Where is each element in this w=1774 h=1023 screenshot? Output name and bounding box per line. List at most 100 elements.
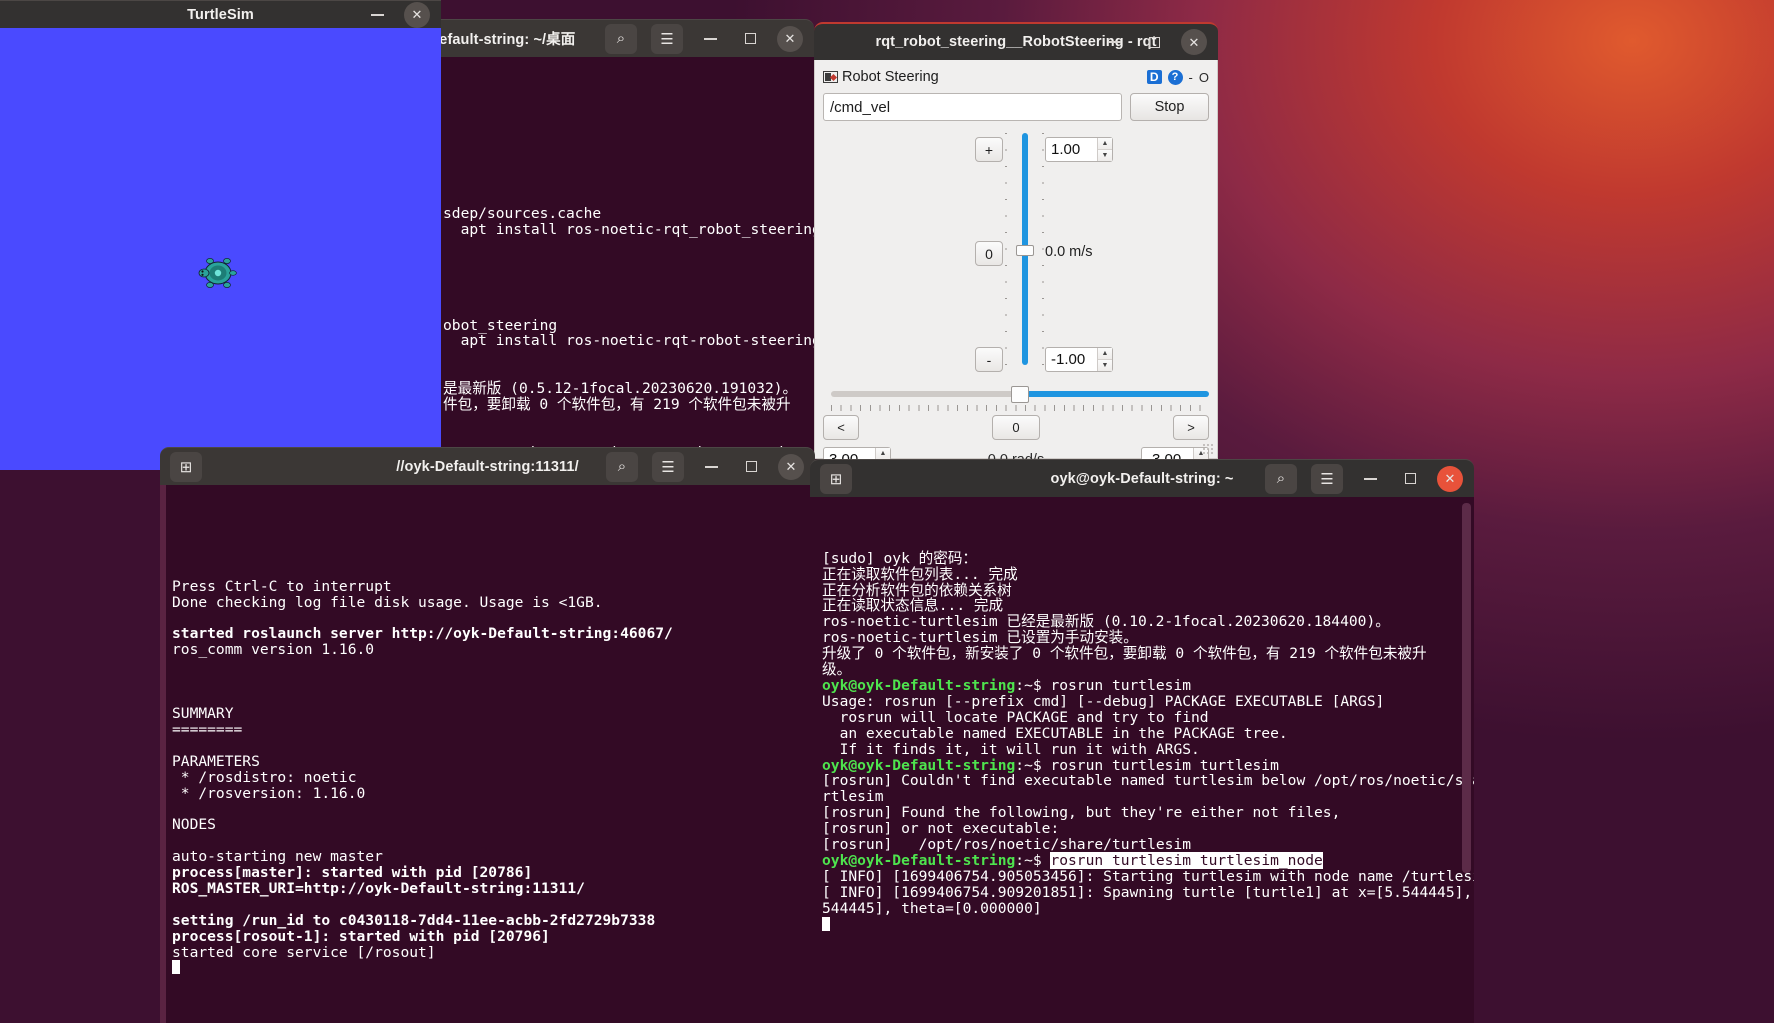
max-linear-spinbox[interactable]: 1.00 ▲ ▼ <box>1045 137 1113 162</box>
highlighted-command: rosrun turtlesim turtlesim_node <box>1050 851 1323 869</box>
minimize-button[interactable] <box>698 454 724 480</box>
terminal-line: oyk@oyk-Default-string:~$ rosrun turtles… <box>822 851 1323 869</box>
titlebar-turtlesim[interactable]: TurtleSim ✕ <box>0 0 441 28</box>
new-tab-icon[interactable]: ⊞ <box>820 463 852 494</box>
rqt-panel-title: Robot Steering <box>842 69 939 85</box>
rqt-controls[interactable]: ✕ <box>1101 29 1218 55</box>
angular-buttons-row: < 0 > <box>823 415 1209 440</box>
maximize-button[interactable] <box>1141 29 1167 55</box>
terminal-window-active[interactable]: ⊞ oyk@oyk-Default-string: ~ ⌕ ☰ ✕ [sudo]… <box>810 459 1474 1023</box>
linear-velocity-readout: 0.0 m/s <box>1045 244 1093 260</box>
search-icon[interactable]: ⌕ <box>605 23 637 54</box>
terminal-line: * /rosdistro: noetic <box>172 768 357 786</box>
menu-icon[interactable]: ☰ <box>1311 463 1343 494</box>
linear-velocity-controls: + 1.00 ▲ ▼ 0 0.0 m/s - -1.00 ▲ ▼ <box>823 129 1209 379</box>
float-plugin-icon[interactable] <box>823 71 838 83</box>
terminal-line: ROS_MASTER_URI=http://oyk-Default-string… <box>172 879 585 897</box>
terminal-active-left[interactable]: ⊞ <box>810 463 852 494</box>
shell-prompt: oyk@oyk-Default-string <box>822 851 1016 869</box>
close-button[interactable]: ✕ <box>778 453 804 480</box>
close-plugin-icon[interactable]: O <box>1199 70 1209 85</box>
min-linear-spinbox[interactable]: -1.00 ▲ ▼ <box>1045 347 1113 372</box>
minimize-button[interactable] <box>1101 29 1127 55</box>
titlebar-terminal-active[interactable]: ⊞ oyk@oyk-Default-string: ~ ⌕ ☰ ✕ <box>810 459 1474 497</box>
angular-slider-handle[interactable] <box>1011 386 1029 403</box>
terminal-line: [rosrun] Couldn't find executable named … <box>822 772 1474 790</box>
decrease-linear-button[interactable]: - <box>975 347 1003 372</box>
linear-slider-handle[interactable] <box>1016 245 1034 256</box>
new-tab-icon[interactable]: ⊞ <box>170 451 202 482</box>
terminal-line: PARAMETERS <box>172 752 260 770</box>
menu-icon[interactable]: ☰ <box>651 23 683 54</box>
turtlesim-canvas[interactable] <box>0 28 441 470</box>
terminal-line: * /rosversion: 1.16.0 <box>172 784 366 802</box>
resize-grip[interactable] <box>1202 443 1214 455</box>
minimize-plugin-icon[interactable]: - <box>1189 70 1193 85</box>
terminal-line: auto-starting new master <box>172 848 383 866</box>
terminal-line: obot_steering <box>443 316 558 334</box>
reset-linear-button[interactable]: 0 <box>975 241 1003 266</box>
search-icon[interactable]: ⌕ <box>606 451 638 482</box>
titlebar-rqt[interactable]: rqt_robot_steering__RobotSteering - rqt … <box>814 22 1218 60</box>
turtlesim-controls[interactable]: ✕ <box>364 1 441 28</box>
turtlesim-window[interactable]: TurtleSim ✕ <box>0 0 441 470</box>
min-linear-stepper[interactable]: ▲ ▼ <box>1097 348 1112 371</box>
stop-button[interactable]: Stop <box>1130 93 1209 121</box>
terminal-line: setting /run_id to c0430118-7dd4-11ee-ac… <box>172 911 656 929</box>
increase-linear-button[interactable]: + <box>975 137 1003 162</box>
close-button[interactable]: ✕ <box>1437 465 1463 492</box>
terminal-roscore-left[interactable]: ⊞ <box>160 451 202 482</box>
max-linear-stepper[interactable]: ▲ ▼ <box>1097 138 1112 161</box>
terminal-window-roscore[interactable]: ⊞ //oyk-Default-string:11311/ ⌕ ☰ ✕ Pres… <box>160 447 815 1023</box>
dock-icon[interactable]: D <box>1146 70 1162 84</box>
terminal-desktop-controls[interactable]: ⌕ ☰ ✕ <box>605 23 814 54</box>
angular-slider-track-right[interactable] <box>1020 391 1209 397</box>
terminal-line: an executable named EXECUTABLE in the PA… <box>822 724 1288 742</box>
shell-prompt: oyk@oyk-Default-string <box>822 676 1016 694</box>
menu-icon[interactable]: ☰ <box>652 451 684 482</box>
topic-input[interactable]: /cmd_vel <box>823 93 1122 121</box>
maximize-button[interactable] <box>738 454 764 480</box>
help-icon[interactable]: ? <box>1167 69 1183 85</box>
terminal-line: ros_comm version 1.16.0 <box>172 641 375 659</box>
rqt-panel-actions[interactable]: D ? - O <box>1146 69 1209 85</box>
terminal-active-controls[interactable]: ⌕ ☰ ✕ <box>1265 463 1474 494</box>
rqt-robot-steering-window[interactable]: rqt_robot_steering__RobotSteering - rqt … <box>814 22 1218 472</box>
reset-angular-button[interactable]: 0 <box>992 415 1040 440</box>
terminal-line: ======== <box>172 720 243 738</box>
angular-slider-track-left[interactable] <box>831 391 1020 397</box>
shell-prompt: oyk@oyk-Default-string <box>822 756 1016 774</box>
terminal-line: rtlesim <box>822 788 884 806</box>
minimize-button[interactable] <box>364 2 390 28</box>
terminal-line: started roslaunch server http://oyk-Defa… <box>172 625 673 643</box>
angular-slider <box>823 381 1209 411</box>
slider-ticks-left <box>1005 133 1007 365</box>
search-icon[interactable]: ⌕ <box>1265 463 1297 494</box>
close-button[interactable]: ✕ <box>404 1 430 28</box>
terminal-line: 正在读取状态信息... 完成 <box>822 597 1004 615</box>
minimize-button[interactable] <box>1357 466 1383 492</box>
turn-left-button[interactable]: < <box>823 415 859 440</box>
terminal-roscore-controls[interactable]: ⌕ ☰ ✕ <box>606 451 815 482</box>
turn-right-button[interactable]: > <box>1173 415 1209 440</box>
terminal-line: 544445], theta=[0.000000] <box>822 899 1042 917</box>
titlebar-terminal-roscore[interactable]: ⊞ //oyk-Default-string:11311/ ⌕ ☰ ✕ <box>160 447 815 485</box>
maximize-button[interactable] <box>737 26 763 52</box>
close-button[interactable]: ✕ <box>777 25 803 52</box>
terminal-scrollbar[interactable] <box>1462 503 1471 873</box>
maximize-button[interactable] <box>1397 466 1423 492</box>
minimize-button[interactable] <box>697 26 723 52</box>
close-button[interactable]: ✕ <box>1181 29 1207 55</box>
angular-slider-ticks <box>831 405 1209 411</box>
terminal-line: Press Ctrl-C to interrupt <box>172 577 392 595</box>
terminal-line: Done checking log file disk usage. Usage… <box>172 593 603 611</box>
